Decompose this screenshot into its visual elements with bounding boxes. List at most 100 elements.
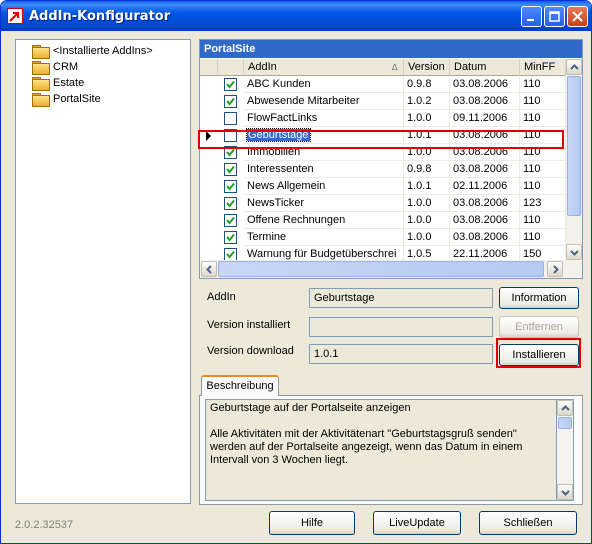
column-header-version[interactable]: Version: [404, 59, 450, 76]
cell-version: 0.9.8: [404, 161, 450, 178]
cell-text: 03.08.2006: [453, 78, 509, 90]
cell-datum: 02.11.2006: [450, 178, 520, 195]
cell-text: 1.0.5: [407, 248, 432, 260]
scroll-thumb[interactable]: [218, 261, 544, 277]
checkmark-icon: [226, 233, 235, 242]
checkmark-icon: [226, 148, 235, 157]
cell-text: News Allgemein: [247, 180, 326, 192]
enabled-checkbox[interactable]: [224, 95, 237, 108]
description-scrollbar[interactable]: [557, 399, 574, 501]
enabled-checkbox[interactable]: [224, 112, 237, 125]
table-row[interactable]: Termine 1.0.0 03.08.2006 110: [200, 229, 566, 246]
scroll-left-button[interactable]: [201, 261, 217, 277]
column-header-addin[interactable]: AddIn: [244, 59, 404, 76]
grid-horizontal-scrollbar[interactable]: [200, 260, 582, 278]
close-button[interactable]: Schließen: [479, 511, 577, 535]
cell-text: 03.08.2006: [453, 197, 509, 209]
enabled-checkbox[interactable]: [224, 214, 237, 227]
cell-text: 110: [523, 163, 541, 175]
cell-datum: 03.08.2006: [450, 212, 520, 229]
cell-name: Offene Rechnungen: [244, 212, 404, 229]
header-indicator: [200, 59, 218, 76]
table-row[interactable]: ABC Kunden 0.9.8 03.08.2006 110: [200, 76, 566, 93]
tree-item-label: <Installierte AddIns>: [53, 45, 153, 57]
minimize-button[interactable]: [521, 6, 542, 27]
help-button[interactable]: Hilfe: [269, 511, 355, 535]
table-row[interactable]: News Allgemein 1.0.1 02.11.2006 110: [200, 178, 566, 195]
row-indicator: [200, 76, 218, 93]
tree-item-crm[interactable]: CRM: [32, 59, 78, 75]
scroll-thumb[interactable]: [567, 76, 581, 216]
tree-item-label: Estate: [53, 77, 85, 89]
sort-indicator-icon: ∆: [392, 62, 398, 72]
row-indicator: [200, 212, 218, 229]
scroll-up-button[interactable]: [566, 59, 582, 75]
cell-text: 110: [523, 180, 541, 192]
enabled-checkbox[interactable]: [224, 180, 237, 193]
checkmark-icon: [226, 216, 235, 225]
cell-text: NewsTicker: [247, 197, 305, 209]
enabled-checkbox[interactable]: [224, 78, 237, 91]
scroll-down-button[interactable]: [557, 484, 573, 500]
cell-version: 0.9.8: [404, 76, 450, 93]
maximize-button[interactable]: [544, 6, 565, 27]
cell-text: ABC Kunden: [247, 78, 311, 90]
tree-item-label: PortalSite: [53, 93, 101, 105]
close-window-button[interactable]: [567, 6, 588, 27]
title-bar[interactable]: AddIn-Konfigurator: [1, 1, 591, 31]
remove-button[interactable]: Entfernen: [499, 316, 579, 338]
scroll-right-button[interactable]: [547, 261, 563, 277]
column-header-datum[interactable]: Datum: [450, 59, 520, 76]
install-button-highlight: [496, 338, 581, 368]
addin-tree[interactable]: <Installierte AddIns> CRM Estate PortalS…: [15, 39, 191, 504]
cell-text: 1.0.1: [407, 180, 432, 192]
scroll-thumb[interactable]: [558, 417, 572, 429]
cell-text: 03.08.2006: [453, 95, 509, 107]
client-area: <Installierte AddIns> CRM Estate PortalS…: [5, 31, 587, 541]
version-download-field: 1.0.1: [309, 344, 493, 364]
row-indicator: [200, 161, 218, 178]
cell-version: 1.0.0: [404, 229, 450, 246]
tree-item-portalsite[interactable]: PortalSite: [32, 91, 101, 107]
enabled-checkbox[interactable]: [224, 163, 237, 176]
cell-text: 1.0.0: [407, 231, 432, 243]
cell-minff: 110: [520, 110, 566, 127]
grid-vertical-scrollbar[interactable]: [566, 59, 582, 260]
tree-item-installed[interactable]: <Installierte AddIns>: [32, 43, 153, 59]
enabled-checkbox[interactable]: [224, 197, 237, 210]
table-row[interactable]: FlowFactLinks 1.0.0 09.11.2006 110: [200, 110, 566, 127]
version-installed-field: [309, 317, 493, 337]
cell-minff: 110: [520, 178, 566, 195]
scroll-down-button[interactable]: [566, 244, 582, 260]
scroll-up-button[interactable]: [557, 400, 573, 416]
enabled-checkbox[interactable]: [224, 231, 237, 244]
cell-version: 1.0.0: [404, 195, 450, 212]
column-header-minff[interactable]: MinFF: [520, 59, 566, 76]
cell-text: 110: [523, 214, 541, 226]
addin-configurator-window: AddIn-Konfigurator <Installierte AddIns>…: [0, 0, 592, 544]
cell-name: News Allgemein: [244, 178, 404, 195]
cell-minff: 110: [520, 161, 566, 178]
description-line-2: Alle Aktivitäten mit der Aktivitätenart …: [210, 428, 523, 466]
checkmark-icon: [226, 199, 235, 208]
cell-text: 22.11.2006: [453, 248, 508, 260]
cell-text: 03.08.2006: [453, 163, 509, 175]
cell-text: 0.9.8: [407, 163, 432, 175]
table-row[interactable]: NewsTicker 1.0.0 03.08.2006 123: [200, 195, 566, 212]
checkmark-icon: [226, 165, 235, 174]
table-row[interactable]: Abwesende Mitarbeiter 1.0.2 03.08.2006 110: [200, 93, 566, 110]
cell-text: 110: [523, 95, 541, 107]
cell-name: ABC Kunden: [244, 76, 404, 93]
grid-header: AddIn ∆ Version Datum MinFF: [200, 59, 566, 76]
cell-minff: 110: [520, 229, 566, 246]
cell-text: 1.0.0: [407, 214, 432, 226]
cell-text: Termine: [247, 231, 287, 243]
cell-version: 1.0.0: [404, 110, 450, 127]
table-row[interactable]: Interessenten 0.9.8 03.08.2006 110: [200, 161, 566, 178]
tab-beschreibung[interactable]: Beschreibung: [201, 375, 279, 396]
table-row[interactable]: Offene Rechnungen 1.0.0 03.08.2006 110: [200, 212, 566, 229]
information-button[interactable]: Information: [499, 287, 579, 309]
tree-item-estate[interactable]: Estate: [32, 75, 84, 91]
liveupdate-button[interactable]: LiveUpdate: [373, 511, 461, 535]
cell-datum: 03.08.2006: [450, 161, 520, 178]
